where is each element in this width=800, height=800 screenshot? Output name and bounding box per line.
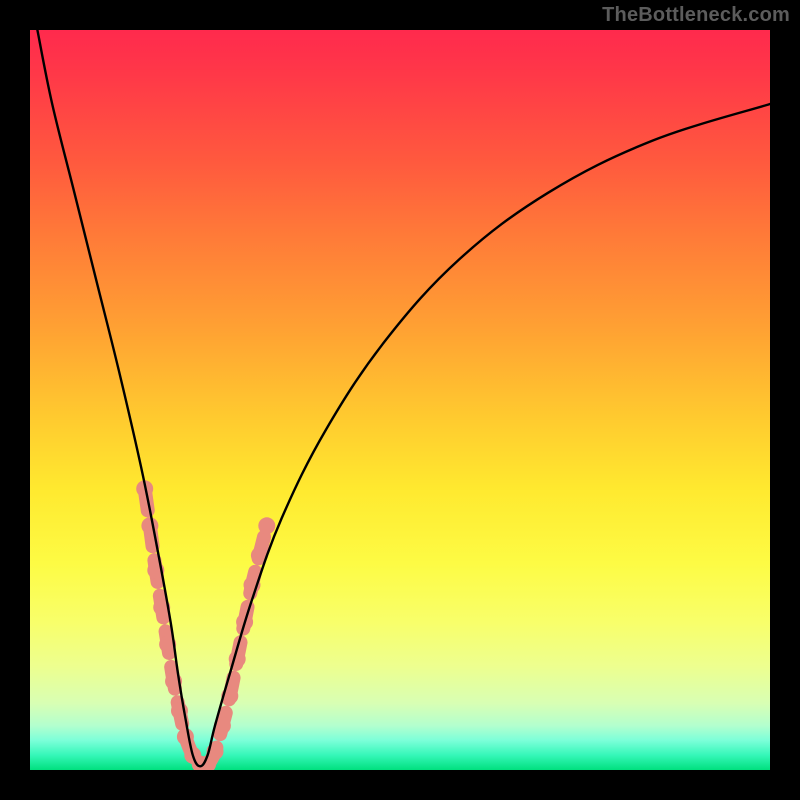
chart-svg xyxy=(30,30,770,770)
salmon-band-group xyxy=(136,480,275,770)
salmon-band-dot xyxy=(258,517,275,534)
plot-area xyxy=(30,30,770,770)
watermark-text: TheBottleneck.com xyxy=(602,4,790,27)
chart-frame: TheBottleneck.com xyxy=(0,0,800,800)
salmon-band-dot xyxy=(141,517,158,534)
salmon-band-dot xyxy=(177,728,194,745)
bottleneck-curve-path xyxy=(37,30,770,766)
